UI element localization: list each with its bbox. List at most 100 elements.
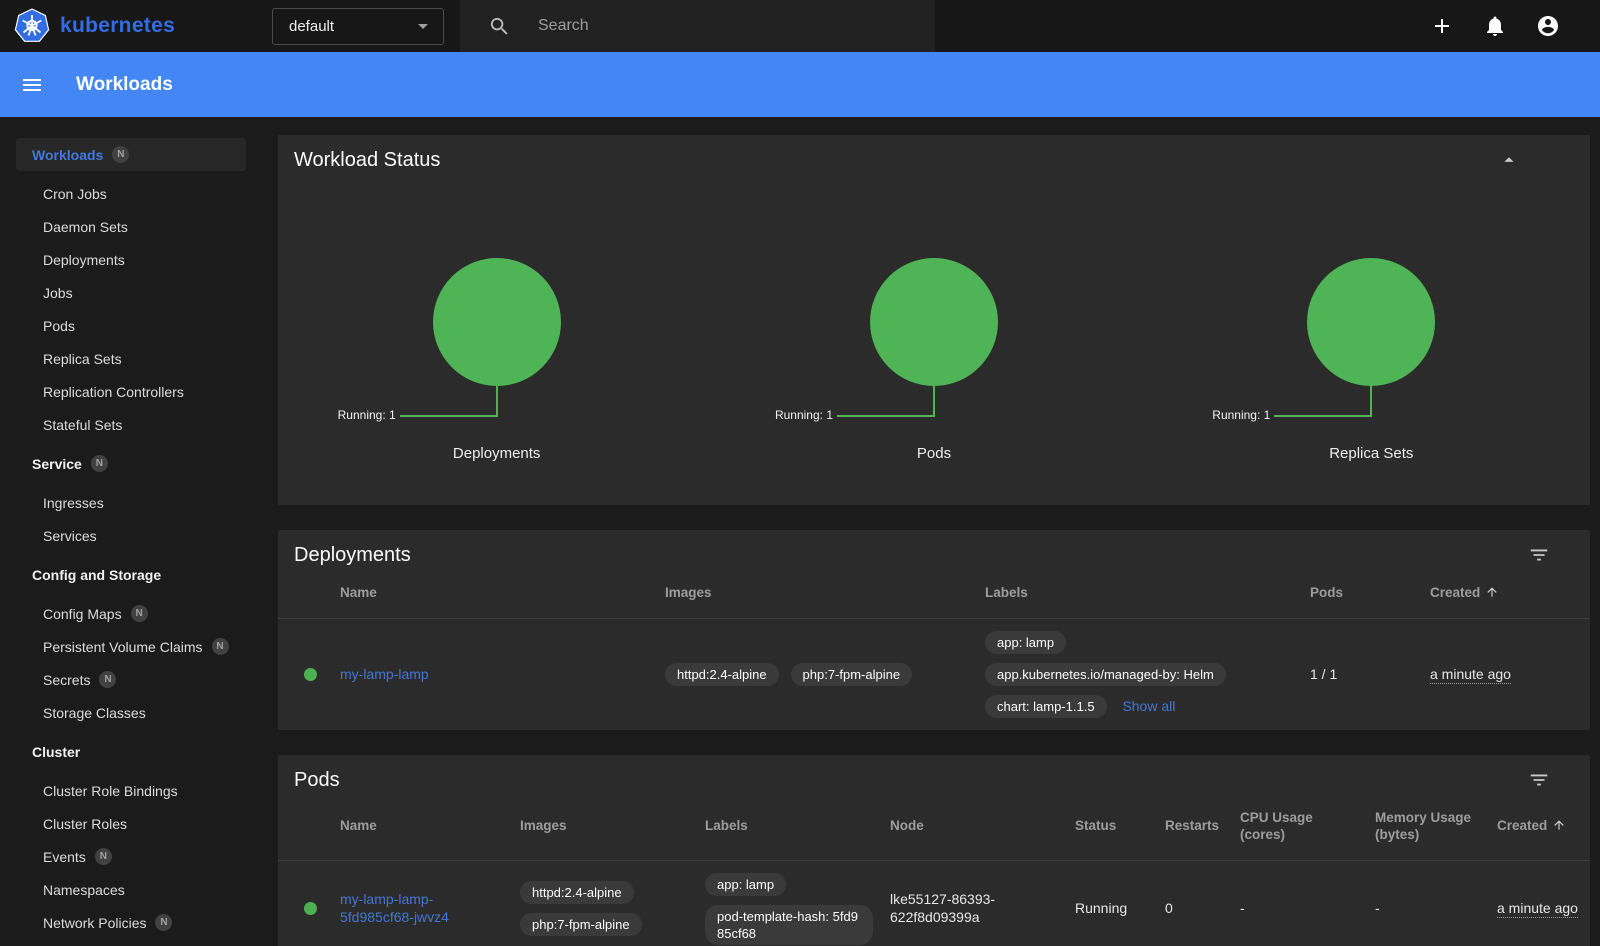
chevron-down-icon [411, 14, 435, 38]
sidebar-item-cron-jobs[interactable]: Cron Jobs [16, 177, 246, 210]
namespaced-badge: N [212, 638, 229, 655]
top-bar: kubernetes default [0, 0, 1600, 52]
column-labels: Labels [705, 792, 890, 860]
pod-restarts: 0 [1165, 860, 1240, 946]
chart-title: Pods [715, 445, 1152, 462]
sidebar-item-deployments[interactable]: Deployments [16, 243, 246, 276]
sidebar-item-replication-controllers[interactable]: Replication Controllers [16, 375, 246, 408]
deployments-pie-chart: Running: 1 Deployments [278, 258, 715, 462]
card-title: Workload Status [294, 149, 440, 172]
pie-legend: Running: 1 [775, 408, 833, 422]
sidebar-item-replica-sets[interactable]: Replica Sets [16, 342, 246, 375]
sidebar-item-stateful-sets[interactable]: Stateful Sets [16, 408, 246, 441]
namespace-selector[interactable]: default [272, 8, 444, 45]
column-memory-usage: Memory Usage (bytes) [1375, 792, 1497, 860]
sidebar-item-cluster-roles[interactable]: Cluster Roles [16, 807, 246, 840]
sidebar-item-daemon-sets[interactable]: Daemon Sets [16, 210, 246, 243]
pie-legend: Running: 1 [1212, 408, 1270, 422]
column-created-sort[interactable]: Created [1497, 792, 1590, 860]
column-pods: Pods [1310, 567, 1430, 618]
deployment-link[interactable]: my-lamp-lamp [340, 666, 429, 682]
collapse-icon[interactable] [1498, 149, 1520, 171]
filter-icon[interactable] [1528, 544, 1550, 566]
label-chip: app.kubernetes.io/managed-by: Helm [985, 663, 1226, 686]
status-ok-dot [304, 668, 317, 681]
sidebar-item-label: Workloads [32, 147, 103, 163]
table-row: my-lamp-lamp httpd:2.4-alpine php:7-fpm-… [278, 618, 1590, 730]
label-chip: chart: lamp-1.1.5 [985, 695, 1107, 718]
search-icon [488, 15, 511, 38]
sidebar-item-config-maps[interactable]: Config Maps N [16, 597, 246, 630]
sidebar-item-services[interactable]: Services [16, 519, 246, 552]
sidebar-item-secrets[interactable]: Secrets N [16, 663, 246, 696]
pod-link[interactable]: my-lamp-lamp-5fd985cf68-jwvz4 [340, 891, 449, 925]
app-bar: Workloads [0, 52, 1600, 117]
sidebar-item-namespaces[interactable]: Namespaces [16, 873, 246, 906]
namespaced-badge: N [112, 146, 129, 163]
account-icon[interactable] [1536, 14, 1560, 38]
search-box[interactable] [460, 0, 935, 52]
pod-status: Running [1075, 860, 1165, 946]
column-status-dot [278, 792, 340, 860]
label-chip: pod-template-hash: 5fd985cf68 [705, 905, 873, 945]
show-all-link[interactable]: Show all [1122, 698, 1175, 714]
sidebar-item-pods[interactable]: Pods [16, 309, 246, 342]
pods-table: Name Images Labels Node Status Restarts … [278, 792, 1590, 946]
pod-cpu-usage: - [1240, 860, 1375, 946]
column-labels: Labels [985, 567, 1310, 618]
column-name: Name [340, 792, 520, 860]
sidebar-item-cluster-role-bindings[interactable]: Cluster Role Bindings [16, 774, 246, 807]
kubernetes-logo [14, 8, 50, 44]
column-created-sort[interactable]: Created [1430, 567, 1590, 618]
create-icon[interactable] [1430, 14, 1454, 38]
sidebar-item-config-and-storage[interactable]: Config and Storage [16, 558, 246, 591]
page-title: Workloads [76, 74, 173, 96]
column-images: Images [520, 792, 705, 860]
image-chip: php:7-fpm-alpine [791, 663, 913, 686]
filter-icon[interactable] [1528, 769, 1550, 791]
label-chip: app: lamp [985, 631, 1066, 654]
image-chip: httpd:2.4-alpine [665, 663, 779, 686]
sidebar-item-service[interactable]: Service N [16, 447, 246, 480]
namespace-value: default [289, 18, 334, 35]
card-title: Pods [294, 769, 340, 792]
deployments-card: Deployments Name Images Labels Pods Crea… [278, 530, 1590, 730]
column-cpu-usage: CPU Usage (cores) [1240, 792, 1375, 860]
image-chip: php:7-fpm-alpine [520, 913, 642, 936]
column-name: Name [340, 567, 665, 618]
label-chip: app: lamp [705, 873, 786, 896]
pie-running-segment [1307, 258, 1435, 386]
menu-icon[interactable] [20, 73, 44, 97]
sort-ascending-icon [1485, 585, 1499, 599]
sidebar-item-storage-classes[interactable]: Storage Classes [16, 696, 246, 729]
top-actions [1430, 14, 1600, 38]
chart-title: Deployments [278, 445, 715, 462]
sidebar-item-jobs[interactable]: Jobs [16, 276, 246, 309]
namespaced-badge: N [95, 848, 112, 865]
image-chip: httpd:2.4-alpine [520, 881, 634, 904]
table-row: my-lamp-lamp-5fd985cf68-jwvz4 httpd:2.4-… [278, 860, 1590, 946]
pie-running-segment [870, 258, 998, 386]
replica-sets-pie-chart: Running: 1 Replica Sets [1153, 258, 1590, 462]
chart-title: Replica Sets [1153, 445, 1590, 462]
column-node: Node [890, 792, 1075, 860]
namespaced-badge: N [131, 605, 148, 622]
sidebar-item-persistent-volume-claims[interactable]: Persistent Volume Claims N [16, 630, 246, 663]
namespaced-badge: N [91, 455, 108, 472]
sidebar-item-cluster[interactable]: Cluster [16, 735, 246, 768]
brand: kubernetes [0, 8, 272, 44]
sidebar-item-workloads[interactable]: Workloads N [16, 138, 246, 171]
deployments-table: Name Images Labels Pods Created my-lamp-… [278, 567, 1590, 730]
sidebar-item-network-policies[interactable]: Network Policies N [16, 906, 246, 939]
notifications-icon[interactable] [1483, 14, 1507, 38]
pie-legend: Running: 1 [338, 408, 396, 422]
column-restarts: Restarts [1165, 792, 1240, 860]
search-input[interactable] [538, 17, 898, 35]
sidebar-item-ingresses[interactable]: Ingresses [16, 486, 246, 519]
main-content: Workload Status Running: 1 Deployments R… [262, 117, 1600, 946]
card-title: Deployments [294, 544, 411, 567]
sidebar: Workloads N Cron Jobs Daemon Sets Deploy… [0, 117, 262, 946]
pods-ratio: 1 / 1 [1310, 618, 1430, 730]
column-status: Status [1075, 792, 1165, 860]
sidebar-item-events[interactable]: Events N [16, 840, 246, 873]
